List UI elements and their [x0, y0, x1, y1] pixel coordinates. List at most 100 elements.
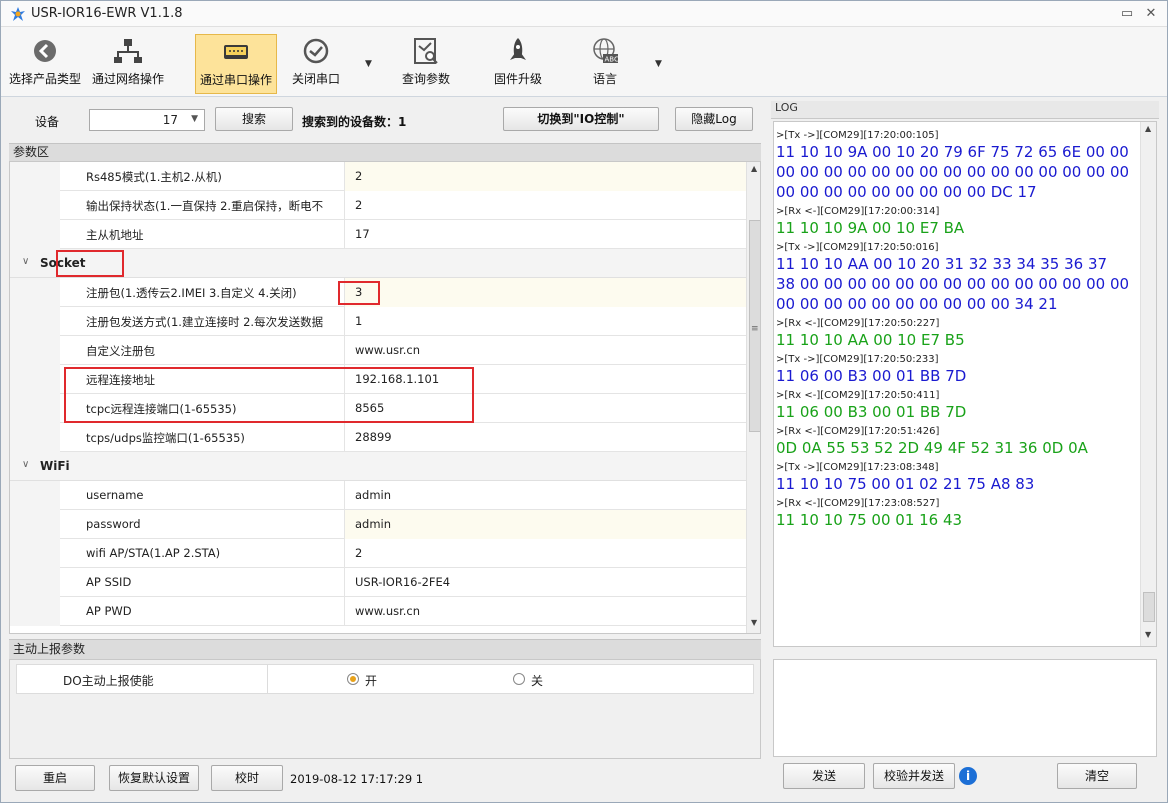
- serial-operate-button[interactable]: 通过串口操作: [195, 34, 277, 94]
- log-output[interactable]: >[Tx ->][COM29][17:20:00:105] 11 10 10 9…: [773, 121, 1157, 647]
- param-value[interactable]: 2: [344, 162, 746, 191]
- param-value[interactable]: 3: [344, 278, 746, 307]
- row-gutter: [10, 510, 60, 539]
- restart-button[interactable]: 重启: [15, 765, 95, 791]
- switch-io-control-button[interactable]: 切换到"IO控制": [503, 107, 659, 131]
- param-grid: Rs485模式(1.主机2.从机) 2 输出保持状态(1.一直保持 2.重启保持…: [9, 161, 761, 634]
- highlight-box: [64, 367, 474, 423]
- param-value[interactable]: 2: [344, 539, 746, 568]
- param-value[interactable]: www.usr.cn: [344, 336, 746, 365]
- radio-off-label[interactable]: 关: [531, 672, 543, 689]
- check-circle-icon: [303, 38, 329, 64]
- param-row[interactable]: 自定义注册包 www.usr.cn: [10, 336, 746, 365]
- divider: [267, 665, 268, 693]
- param-row[interactable]: AP SSID USR-IOR16-2FE4: [10, 568, 746, 597]
- row-gutter: [10, 220, 60, 249]
- window-title: USR-IOR16-EWR V1.1.8: [31, 6, 183, 21]
- chevron-down-icon[interactable]: ∨: [22, 256, 29, 267]
- param-row[interactable]: 注册包发送方式(1.建立连接时 2.每次发送数据 1: [10, 307, 746, 336]
- row-gutter: [10, 423, 60, 452]
- row-gutter: [10, 278, 60, 307]
- chevron-down-icon[interactable]: ▼: [365, 59, 372, 69]
- close-serial-button[interactable]: 关闭串口: [285, 34, 347, 94]
- log-line: 00 00 00 00 00 00 00 00 00 DC 17: [776, 183, 1037, 201]
- sync-time-button[interactable]: 校时: [211, 765, 283, 791]
- param-row[interactable]: Rs485模式(1.主机2.从机) 2: [10, 162, 746, 191]
- log-send-input[interactable]: [773, 659, 1157, 757]
- device-select-value: 17: [162, 113, 178, 127]
- chevron-down-icon[interactable]: ▼: [655, 59, 662, 69]
- log-line: 00 00 00 00 00 00 00 00 00 00 00 00 00 0…: [776, 163, 1130, 181]
- param-scrollbar[interactable]: ▲ ≡ ▼: [746, 162, 760, 633]
- param-value[interactable]: admin: [344, 510, 746, 539]
- scroll-up-icon[interactable]: ▲: [1145, 124, 1151, 133]
- param-row[interactable]: username admin: [10, 481, 746, 510]
- param-name: 输出保持状态(1.一直保持 2.重启保持，断电不: [86, 199, 324, 213]
- log-line: 11 10 10 AA 00 10 E7 B5: [776, 331, 965, 349]
- param-name: Rs485模式(1.主机2.从机): [86, 170, 222, 184]
- category-wifi[interactable]: ∨ WiFi: [10, 452, 746, 481]
- param-name: 自定义注册包: [86, 344, 155, 358]
- radio-on[interactable]: [347, 673, 359, 685]
- param-row[interactable]: 输出保持状态(1.一直保持 2.重启保持，断电不 2: [10, 191, 746, 220]
- network-operate-button[interactable]: 通过网络操作: [87, 34, 169, 94]
- serial-port-icon: [224, 45, 248, 59]
- param-name: 注册包(1.透传云2.IMEI 3.自定义 4.关闭): [86, 286, 297, 300]
- param-value[interactable]: 2: [344, 191, 746, 220]
- rocket-icon: [510, 38, 526, 60]
- scroll-down-icon[interactable]: ▼: [1145, 630, 1151, 639]
- param-value[interactable]: USR-IOR16-2FE4: [344, 568, 746, 597]
- row-gutter: [10, 365, 60, 394]
- log-meta: >[Tx ->][COM29][17:20:00:105]: [776, 130, 939, 141]
- log-meta: >[Rx <-][COM29][17:20:51:426]: [776, 426, 940, 437]
- chevron-down-icon[interactable]: ∨: [22, 459, 29, 470]
- toolbar-label: 选择产品类型: [8, 72, 81, 86]
- hide-log-button[interactable]: 隐藏Log: [675, 107, 753, 131]
- param-value[interactable]: 1: [344, 307, 746, 336]
- log-meta: >[Tx ->][COM29][17:23:08:348]: [776, 462, 939, 473]
- report-params-header: 主动上报参数: [9, 639, 761, 659]
- param-value[interactable]: admin: [344, 481, 746, 510]
- row-gutter: [10, 481, 60, 510]
- app-logo-icon: [11, 7, 25, 21]
- grip-icon: ≡: [751, 324, 759, 334]
- close-icon[interactable]: ✕: [1141, 5, 1161, 23]
- language-button[interactable]: ABC 语言: [573, 34, 637, 94]
- param-value[interactable]: www.usr.cn: [344, 597, 746, 626]
- select-product-button[interactable]: 选择产品类型: [5, 34, 85, 94]
- log-line: 00 00 00 00 00 00 00 00 00 00 34 21: [776, 295, 1058, 313]
- log-scrollbar[interactable]: ▲ ▼: [1140, 122, 1156, 646]
- param-row[interactable]: tcps/udps监控端口(1-65535) 28899: [10, 423, 746, 452]
- row-gutter: [10, 336, 60, 365]
- scrollbar-thumb[interactable]: [1143, 592, 1155, 622]
- svg-text:ABC: ABC: [605, 56, 619, 64]
- minimize-icon[interactable]: ▭: [1117, 5, 1137, 23]
- restore-defaults-button[interactable]: 恢复默认设置: [109, 765, 199, 791]
- scroll-down-icon[interactable]: ▼: [751, 618, 757, 627]
- radio-off[interactable]: [513, 673, 525, 685]
- report-params-area: DO主动上报使能 开 关: [9, 659, 761, 759]
- toolbar: 选择产品类型 通过网络操作 通过串口操作 关闭串口 ▼ 查询参数 固件升级 AB…: [1, 27, 1167, 97]
- info-icon[interactable]: i: [959, 767, 977, 785]
- row-gutter: [10, 539, 60, 568]
- send-button[interactable]: 发送: [783, 763, 865, 789]
- search-button[interactable]: 搜索: [215, 107, 293, 131]
- row-gutter: [10, 394, 60, 423]
- param-row[interactable]: 主从机地址 17: [10, 220, 746, 249]
- radio-on-label[interactable]: 开: [365, 672, 377, 689]
- param-row[interactable]: AP PWD www.usr.cn: [10, 597, 746, 626]
- param-value[interactable]: 17: [344, 220, 746, 249]
- param-area-header: 参数区: [9, 143, 761, 161]
- param-row[interactable]: password admin: [10, 510, 746, 539]
- firmware-upgrade-button[interactable]: 固件升级: [485, 34, 551, 94]
- scroll-up-icon[interactable]: ▲: [751, 164, 757, 173]
- toolbar-label: 固件升级: [493, 72, 542, 86]
- check-and-send-button[interactable]: 校验并发送: [873, 763, 955, 789]
- query-params-button[interactable]: 查询参数: [393, 34, 459, 94]
- row-gutter: [10, 162, 60, 191]
- log-line: 11 10 10 9A 00 10 20 79 6F 75 72 65 6E 0…: [776, 143, 1129, 161]
- param-value[interactable]: 28899: [344, 423, 746, 452]
- param-row[interactable]: wifi AP/STA(1.AP 2.STA) 2: [10, 539, 746, 568]
- device-select[interactable]: 17 ▼: [89, 109, 205, 131]
- clear-button[interactable]: 清空: [1057, 763, 1137, 789]
